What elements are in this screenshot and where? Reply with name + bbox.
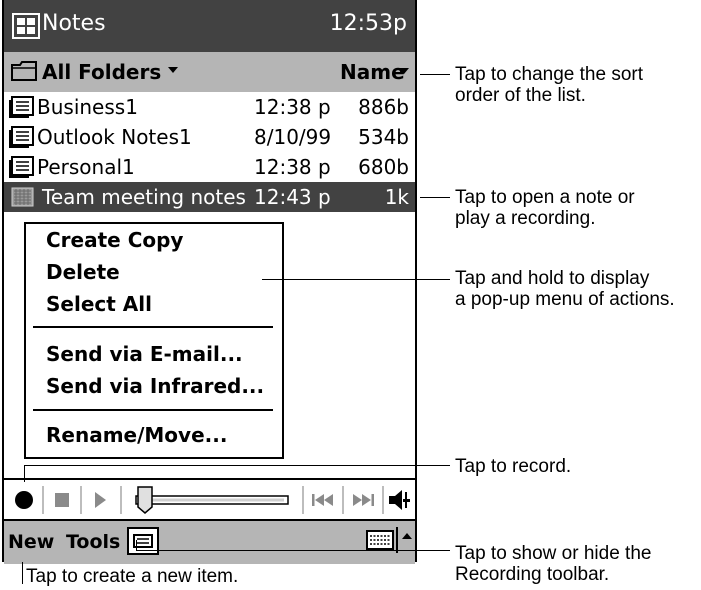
toolbar-separator: [382, 486, 384, 514]
menu-item-create-copy[interactable]: Create Copy: [46, 228, 183, 252]
toolbar-separator: [80, 486, 82, 514]
toolbar-separator: [342, 486, 344, 514]
list-item[interactable]: Outlook Notes1 8/10/99 534b: [4, 122, 415, 152]
toolbar-separator: [120, 486, 122, 514]
callout-line: Tap to open a note or: [455, 187, 635, 208]
new-button[interactable]: New: [8, 531, 54, 553]
volume-icon[interactable]: [386, 486, 414, 514]
toolbar-separator: [302, 486, 304, 514]
callout-line: Tap to change the sort: [455, 64, 644, 85]
list-item[interactable]: Business1 12:38 p 886b: [4, 92, 415, 122]
skip-back-icon[interactable]: [308, 488, 338, 512]
callout-line: play a recording.: [455, 208, 596, 229]
note-size: 534b: [358, 125, 409, 149]
folder-dropdown[interactable]: All Folders: [42, 60, 161, 84]
leader-line: [22, 562, 23, 584]
note-name: Business1: [37, 95, 138, 119]
chevron-up-icon[interactable]: [400, 529, 414, 543]
clock[interactable]: 12:53p: [330, 11, 407, 36]
keyboard-icon[interactable]: [366, 529, 394, 551]
list-item[interactable]: Personal1 12:38 p 680b: [4, 152, 415, 182]
callout-line: Tap and hold to display: [455, 268, 650, 289]
leader-line: [24, 465, 450, 466]
note-icon: [9, 126, 34, 148]
sort-dropdown[interactable]: Name: [340, 60, 405, 84]
callout-line: Tap to show or hide the: [455, 543, 652, 564]
folder-icon: [11, 61, 37, 81]
note-name: Outlook Notes1: [37, 125, 192, 149]
callout-toolbar: Tap to show or hide the Recording toolba…: [455, 543, 651, 585]
callout-record: Tap to record.: [455, 456, 572, 477]
chevron-down-icon[interactable]: [399, 68, 409, 74]
leader-line: [136, 550, 450, 551]
chevron-down-icon[interactable]: [168, 67, 178, 73]
callout-line: Recording toolbar.: [455, 564, 610, 585]
notes-list: Business1 12:38 p 886b Outlook Notes1 8/…: [4, 92, 415, 212]
start-flag-icon[interactable]: [12, 13, 40, 39]
note-size: 1k: [384, 185, 409, 209]
note-name: Team meeting notes: [42, 185, 246, 209]
device-screen: Notes 12:53p All Folders Name Business1 …: [2, 0, 417, 564]
skip-forward-icon[interactable]: [348, 488, 378, 512]
list-item-selected[interactable]: Team meeting notes 12:43 p 1k: [4, 182, 415, 212]
menu-item-rename-move[interactable]: Rename/Move...: [46, 423, 227, 447]
app-title: Notes: [42, 11, 106, 36]
leader-line: [420, 74, 450, 75]
recording-toolbar: [4, 482, 415, 516]
toolbar-divider: [4, 478, 415, 480]
position-slider[interactable]: [128, 485, 296, 515]
menu-item-send-email[interactable]: Send via E-mail...: [46, 342, 243, 366]
recording-note-icon: [11, 187, 34, 207]
callout-open: Tap to open a note or play a recording.: [455, 187, 635, 229]
leader-line: [24, 465, 25, 482]
folder-bar: All Folders Name: [4, 52, 415, 92]
note-size: 886b: [358, 95, 409, 119]
menu-divider: [33, 409, 273, 411]
note-date: 12:38 p: [254, 155, 331, 179]
context-menu: Create Copy Delete Select All Send via E…: [24, 222, 284, 459]
menu-item-delete[interactable]: Delete: [46, 260, 120, 284]
callout-new-item: Tap to create a new item.: [26, 566, 239, 587]
menu-divider: [33, 326, 273, 328]
tools-menu[interactable]: Tools: [66, 531, 120, 553]
note-date: 8/10/99: [254, 125, 332, 149]
menu-item-select-all[interactable]: Select All: [46, 292, 152, 316]
note-date: 12:43 p: [254, 185, 331, 209]
callout-line: a pop-up menu of actions.: [455, 289, 675, 310]
leader-line: [262, 279, 450, 280]
leader-line: [420, 197, 450, 198]
callout-sort: Tap to change the sort order of the list…: [455, 64, 643, 106]
note-date: 12:38 p: [254, 95, 331, 119]
title-bar: Notes 12:53p: [4, 0, 415, 52]
note-size: 680b: [358, 155, 409, 179]
menu-item-send-infrared[interactable]: Send via Infrared...: [46, 374, 264, 398]
stop-icon[interactable]: [50, 488, 74, 512]
note-name: Personal1: [37, 155, 135, 179]
callout-line: order of the list.: [455, 85, 586, 106]
note-icon: [9, 156, 34, 178]
play-icon[interactable]: [88, 488, 112, 512]
toolbar-separator: [42, 486, 44, 514]
note-icon: [9, 96, 34, 118]
command-bar: New Tools: [4, 519, 415, 564]
record-icon[interactable]: [12, 488, 36, 512]
callout-hold: Tap and hold to display a pop-up menu of…: [455, 268, 675, 310]
